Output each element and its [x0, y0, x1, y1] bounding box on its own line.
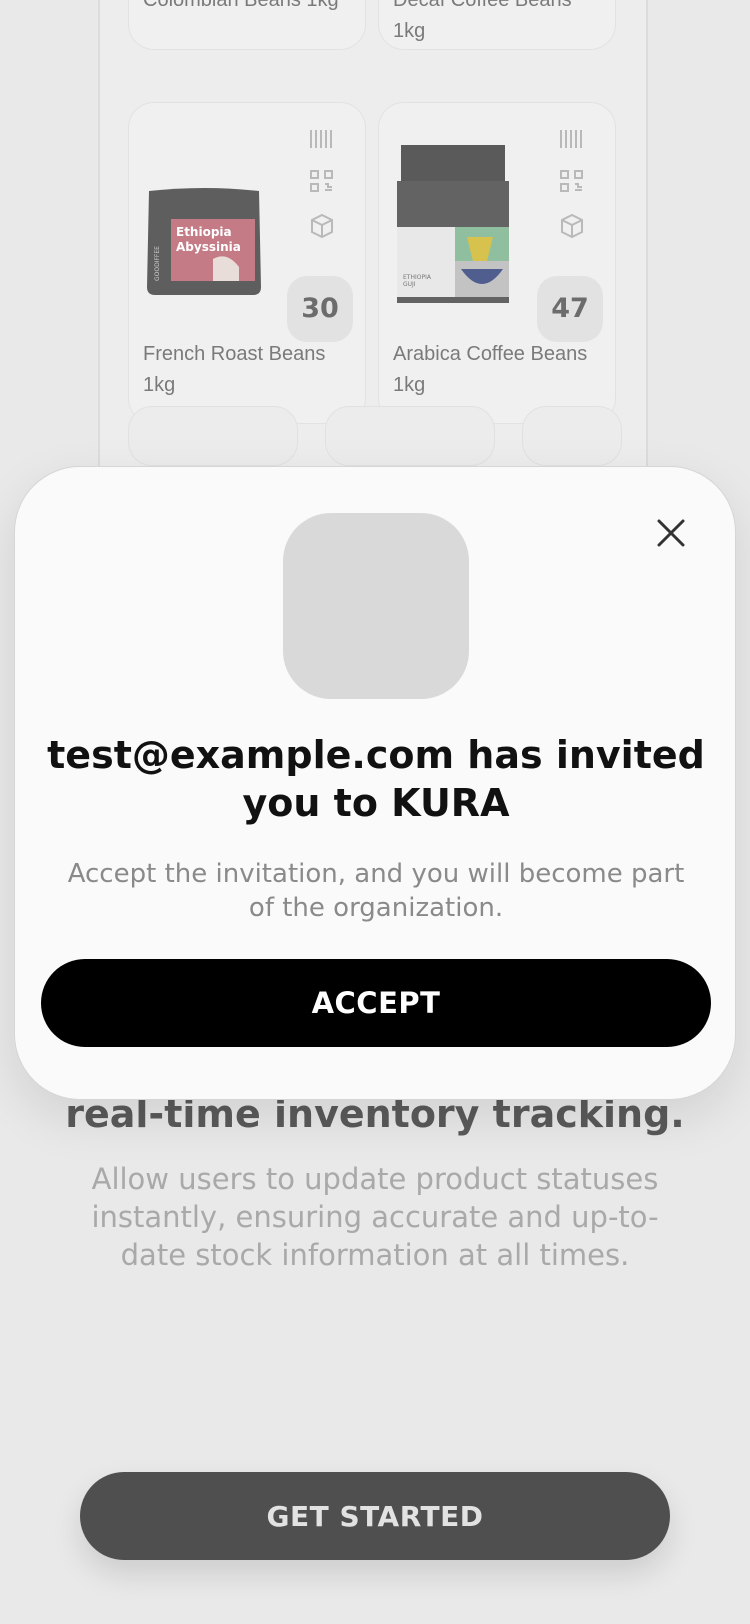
barcode-icon [560, 130, 582, 148]
coffee-bag-image: Ethiopia Abyssinia GOODIFFEE [147, 188, 261, 295]
stock-count-badge: 30 [287, 276, 353, 342]
bag-brand: GOODIFFEE [154, 246, 161, 281]
card-action-icons [309, 129, 335, 259]
product-card[interactable]: ETHIOPIA GUJI 47 Arabica Coffee Beans 1k… [378, 102, 616, 424]
product-name: Colombian Beans 1kg [143, 0, 339, 11]
close-icon [657, 519, 685, 547]
bag-label-line-1: ETHIOPIA [403, 274, 432, 281]
modal-description: Accept the invitation, and you will beco… [67, 859, 685, 923]
product-card[interactable]: Decaf Coffee Beans 1kg [378, 0, 616, 50]
bag-label-line-1: Ethiopia [176, 225, 232, 239]
product-name: Arabica Coffee Beans 1kg [393, 343, 588, 396]
bag-label-line-2: Abyssinia [176, 240, 241, 254]
bag-label-line-2: GUJI [403, 281, 416, 288]
qr-code-icon [310, 170, 333, 192]
package-icon [561, 213, 583, 239]
product-card-partial [325, 406, 495, 466]
coffee-bag-image: ETHIOPIA GUJI [397, 145, 509, 303]
modal-title: test@example.com has invited you to KURA [47, 733, 705, 825]
get-started-button[interactable]: GET STARTED [80, 1472, 670, 1560]
barcode-icon [310, 130, 332, 148]
card-action-icons [559, 129, 585, 259]
package-icon [311, 213, 333, 239]
organization-avatar [283, 513, 469, 699]
stock-count-badge: 47 [537, 276, 603, 342]
product-card[interactable]: Colombian Beans 1kg [128, 0, 366, 50]
product-card-partial [128, 406, 298, 466]
invitation-modal: test@example.com has invited you to KURA… [14, 466, 736, 1100]
product-name: French Roast Beans 1kg [143, 343, 326, 396]
qr-code-icon [560, 170, 583, 192]
accept-button[interactable]: ACCEPT [41, 959, 711, 1047]
close-button[interactable] [645, 507, 697, 559]
product-card[interactable]: Ethiopia Abyssinia GOODIFFEE 30 French R… [128, 102, 366, 424]
phone-mockup: Colombian Beans 1kg Decaf Coffee Beans 1… [98, 0, 648, 480]
product-name: Decaf Coffee Beans 1kg [393, 0, 572, 42]
product-card-partial [522, 406, 622, 466]
onboarding-description: Allow users to update product statuses i… [91, 1162, 659, 1272]
